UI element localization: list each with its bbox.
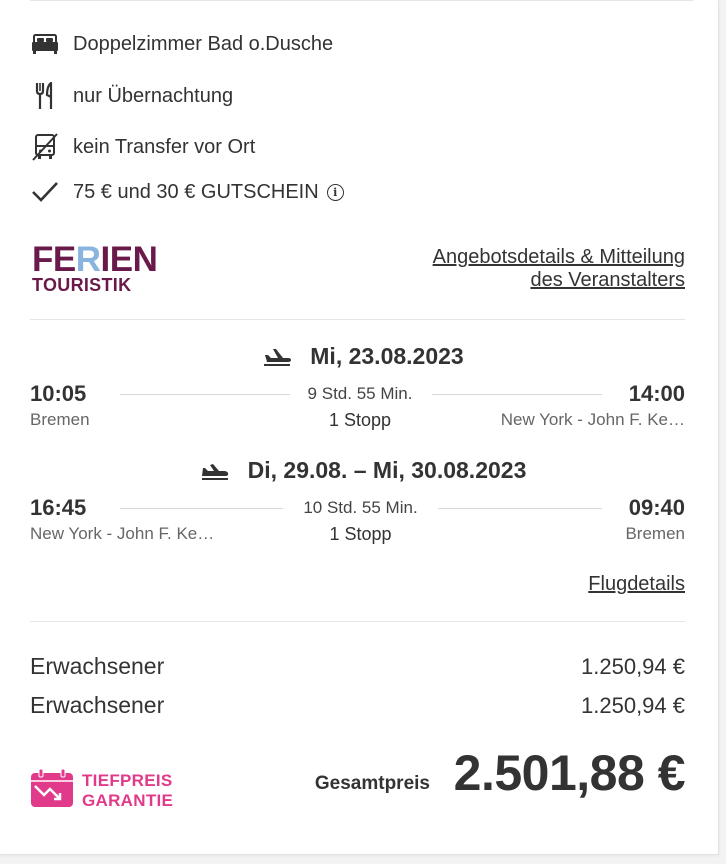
price-row-value: 1.250,94 € <box>581 693 685 718</box>
inbound-line-left <box>120 508 283 509</box>
outbound-departure-place: Bremen <box>30 410 90 429</box>
outbound-line-left <box>120 394 290 395</box>
price-row-value: 1.250,94 € <box>581 654 685 679</box>
inbound-duration: 10 Std. 55 Min. <box>303 498 418 517</box>
section-divider <box>30 319 685 320</box>
price-divider <box>30 621 685 622</box>
outbound-arrival-time: 14:00 <box>628 381 685 406</box>
cutlery-icon <box>30 81 60 111</box>
inbound-departure-place: New York - John F. Ke… <box>30 524 215 543</box>
logo-part-b: R <box>75 240 101 279</box>
offer-card: Doppelzimmer Bad o.Dusche nur Übernachtu… <box>0 0 719 855</box>
room-type-text: Doppelzimmer Bad o.Dusche <box>73 32 334 55</box>
badge-line2: GARANTIE <box>82 790 174 810</box>
top-divider <box>30 0 693 1</box>
offer-details-link[interactable]: Angebotsdetails & Mitteilung des Veranst… <box>433 246 685 292</box>
inbound-line-right <box>438 508 602 509</box>
feature-transfer: kein Transfer vor Ort <box>30 132 255 162</box>
plane-arrival-icon <box>200 462 230 480</box>
outbound-date: Mi, 23.08.2023 <box>310 343 464 369</box>
inbound-stops: 1 Stopp <box>329 524 392 544</box>
badge-line1: TIEFPREIS <box>82 770 173 790</box>
logo-line1: FERIEN <box>32 242 158 277</box>
board-type-text: nur Übernachtung <box>73 84 234 107</box>
outbound-date-row: Mi, 23.08.2023 <box>0 343 726 370</box>
offer-details-link-line2[interactable]: des Veranstalters <box>433 269 685 292</box>
inbound-departure-time: 16:45 <box>30 495 87 520</box>
feature-voucher: 75 € und 30 € GUTSCHEIN i <box>30 177 344 207</box>
total-price-label: Gesamtpreis <box>314 773 430 794</box>
info-icon[interactable]: i <box>326 183 344 201</box>
feature-board: nur Übernachtung <box>30 81 233 111</box>
voucher-text: 75 € und 30 € GUTSCHEIN i <box>73 181 344 204</box>
tiefpreis-garantie-badge: TIEFPREIS GARANTIE <box>30 768 173 813</box>
inbound-date: Di, 29.08. – Mi, 30.08.2023 <box>247 457 527 483</box>
plane-departure-icon <box>262 348 292 366</box>
outbound-stops: 1 Stopp <box>328 410 392 430</box>
no-transfer-icon <box>30 132 60 162</box>
checkmark-icon <box>30 177 60 207</box>
price-row-label: Erwachsener <box>30 692 165 718</box>
inbound-arrival-time: 09:40 <box>628 495 685 520</box>
outbound-arrival-place: New York - John F. Ke… <box>500 410 685 429</box>
flight-details-link[interactable]: Flugdetails <box>588 573 685 596</box>
inbound-date-row: Di, 29.08. – Mi, 30.08.2023 <box>0 457 726 484</box>
badge-text: TIEFPREIS GARANTIE <box>82 771 173 811</box>
outbound-departure-time: 10:05 <box>30 381 87 406</box>
total-price-value: 2.501,88 € <box>453 745 686 801</box>
offer-details-link-line1[interactable]: Angebotsdetails & Mitteilung <box>433 246 685 269</box>
outbound-duration: 9 Std. 55 Min. <box>307 384 413 403</box>
logo-part-a: FE <box>32 240 76 279</box>
transfer-text: kein Transfer vor Ort <box>73 135 256 158</box>
feature-room: Doppelzimmer Bad o.Dusche <box>30 29 333 59</box>
inbound-arrival-place: Bremen <box>625 524 685 543</box>
logo-part-c: IEN <box>100 240 158 279</box>
outbound-line-right <box>432 394 602 395</box>
bed-icon <box>30 29 60 59</box>
operator-logo: FERIEN TOURISTIK <box>32 242 158 296</box>
price-row-label: Erwachsener <box>30 653 165 679</box>
tiefpreis-calendar-icon <box>30 768 74 813</box>
voucher-label: 75 € und 30 € GUTSCHEIN <box>73 180 319 203</box>
